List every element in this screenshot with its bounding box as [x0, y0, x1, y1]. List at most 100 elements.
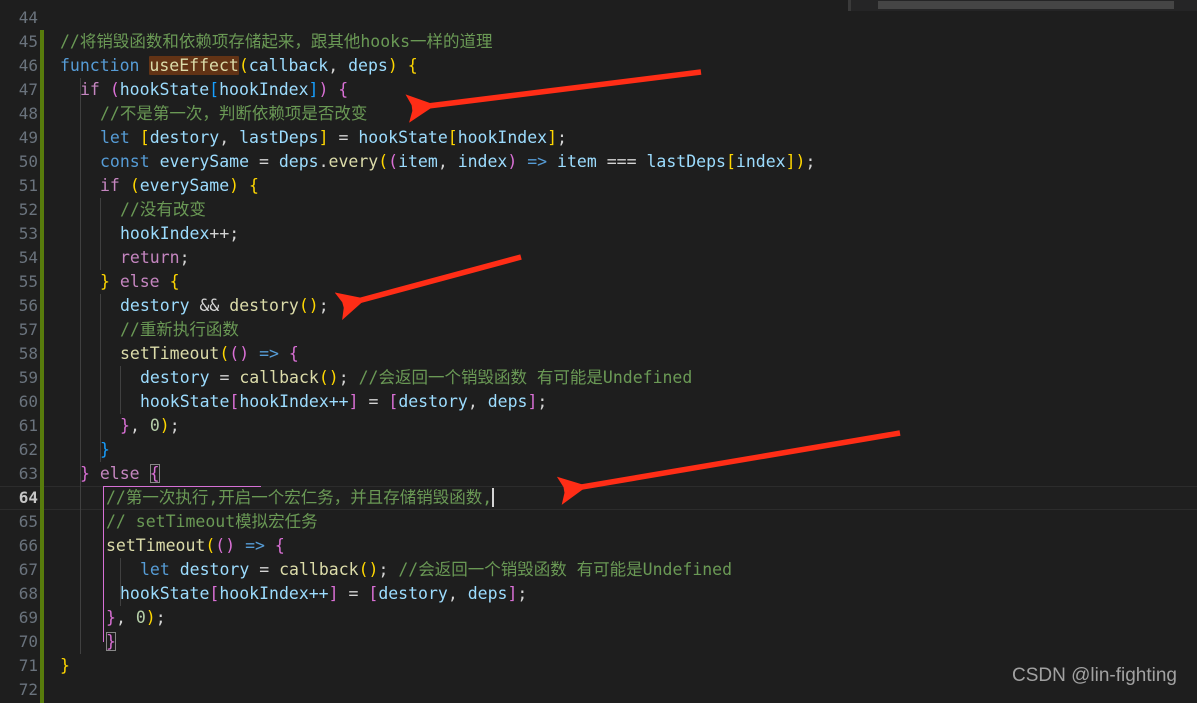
indent-guide — [80, 630, 81, 654]
line-48-content: //不是第一次，判断依赖项是否改变 — [100, 102, 367, 126]
bracket-close: ] — [507, 584, 518, 603]
line-number-56: 56 — [18, 296, 38, 315]
code-editor[interactable]: } 44 45 //将销毁函数和依赖项存储起来，跟其他hooks一样的道理 46… — [0, 0, 1197, 703]
var-deps: deps — [467, 584, 508, 603]
line-number-54: 54 — [18, 248, 38, 267]
indent-guide — [100, 342, 101, 366]
var-destory: destory — [179, 560, 250, 579]
indent-guide — [80, 102, 81, 126]
line-number-55: 55 — [18, 272, 38, 291]
code-line-58[interactable]: 58 setTimeout(() => { — [0, 342, 1197, 366]
code-line-69[interactable]: 69 }, 0); — [0, 606, 1197, 630]
brace-open: { — [274, 536, 285, 555]
var-destory: destory — [149, 128, 220, 147]
code-line-65[interactable]: 65 // setTimeout模拟宏任务 — [0, 510, 1197, 534]
var-hookstate: hookState — [140, 392, 230, 411]
line-number-65: 65 — [18, 512, 38, 531]
code-line-59[interactable]: 59 destory = callback(); //会返回一个销毁函数 有可能… — [0, 366, 1197, 390]
code-line-61[interactable]: 61 }, 0); — [0, 414, 1197, 438]
paren-pair: () — [358, 560, 379, 579]
gutter-modified-marker — [40, 534, 44, 558]
comment-rerun-function: //重新执行函数 — [120, 320, 239, 339]
bracket-close: ] — [308, 80, 319, 99]
gutter-modified-marker — [40, 630, 44, 654]
brace-open: { — [328, 80, 349, 99]
gutter-modified-marker — [40, 678, 44, 702]
brace-close: } — [60, 656, 70, 675]
code-line-44[interactable]: 44 — [0, 6, 1197, 30]
code-line-54[interactable]: 54 return; — [0, 246, 1197, 270]
code-line-64-active[interactable]: 64 //第一次执行,开启一个宏仁务，并且存储销毁函数, — [0, 486, 1197, 510]
code-line-66[interactable]: 66 setTimeout(() => { — [0, 534, 1197, 558]
comma: , — [129, 416, 150, 435]
indent-guide — [80, 150, 81, 174]
paren-close: ) — [145, 608, 156, 627]
keyword-function: function — [60, 56, 140, 75]
gutter-modified-marker — [40, 126, 44, 150]
comma: , — [115, 608, 136, 627]
bracket-close: ] — [785, 152, 796, 171]
code-line-48[interactable]: 48 //不是第一次，判断依赖项是否改变 — [0, 102, 1197, 126]
brace-close-matched: } — [106, 632, 116, 651]
code-line-45[interactable]: 45 //将销毁函数和依赖项存储起来，跟其他hooks一样的道理 — [0, 30, 1197, 54]
call-callback: callback — [279, 560, 359, 579]
paren-open: ( — [109, 80, 120, 99]
indent-guide — [80, 390, 81, 414]
number-zero: 0 — [149, 416, 160, 435]
code-line-47[interactable]: 47 if (hookState[hookIndex]) { — [0, 78, 1197, 102]
gutter-modified-marker — [40, 198, 44, 222]
call-settimeout: setTimeout — [106, 536, 206, 555]
call-destory: destory — [229, 296, 299, 315]
code-line-63[interactable]: 63 } else { — [0, 462, 1197, 486]
indent-guide — [80, 438, 81, 462]
code-line-67[interactable]: 67 let destory = callback(); //会返回一个销毁函数… — [0, 558, 1197, 582]
brace-open: { — [397, 56, 418, 75]
keyword-return: return — [120, 248, 180, 267]
semicolon: ; — [338, 368, 359, 387]
comment-not-first-time: //不是第一次，判断依赖项是否改变 — [100, 104, 368, 123]
var-hookindex-inc: hookIndex++ — [219, 584, 329, 603]
code-line-51[interactable]: 51 if (everySame) { — [0, 174, 1197, 198]
comment-returns-destroy-fn: //会返回一个销毁函数 有可能是Undefined — [398, 560, 733, 579]
csdn-watermark: CSDN @lin-fighting — [1011, 665, 1177, 686]
line-number-67: 67 — [18, 560, 38, 579]
keyword-else: else — [99, 464, 140, 483]
indent-guide — [100, 318, 101, 342]
code-line-56[interactable]: 56 destory && destory(); — [0, 294, 1197, 318]
code-line-60[interactable]: 60 hookState[hookIndex++] = [destory, de… — [0, 390, 1197, 414]
param-callback: callback — [248, 56, 329, 75]
code-line-52[interactable]: 52 //没有改变 — [0, 198, 1197, 222]
comment-no-change: //没有改变 — [120, 200, 206, 219]
brace-close: } — [106, 608, 116, 627]
indent-guide — [100, 390, 101, 414]
line-number-44: 44 — [18, 8, 38, 27]
code-line-55[interactable]: 55 } else { — [0, 270, 1197, 294]
param-deps: deps — [348, 56, 388, 75]
code-line-68[interactable]: 68 hookState[hookIndex++] = [destory, de… — [0, 582, 1197, 606]
paren-open: ( — [388, 152, 399, 171]
param-item: item — [398, 152, 438, 171]
gutter-modified-marker — [40, 318, 44, 342]
code-line-49[interactable]: 49 let [destory, lastDeps] = hookState[h… — [0, 126, 1197, 150]
var-hookindex: hookIndex — [120, 224, 210, 243]
code-line-57[interactable]: 57 //重新执行函数 — [0, 318, 1197, 342]
function-name-useeffect: useEffect — [149, 56, 239, 75]
paren-open: ( — [238, 56, 249, 75]
code-line-62[interactable]: 62 } — [0, 438, 1197, 462]
code-line-50[interactable]: 50 const everySame = deps.every((item, i… — [0, 150, 1197, 174]
line-52-content: //没有改变 — [120, 198, 206, 222]
assign: = — [249, 152, 279, 171]
code-line-70[interactable]: 70 } — [0, 630, 1197, 654]
assign: = — [328, 128, 359, 147]
line-number-53: 53 — [18, 224, 38, 243]
code-line-46[interactable]: 46 function useEffect(callback, deps) { — [0, 54, 1197, 78]
line-60-content: hookState[hookIndex++] = [destory, deps]… — [140, 390, 547, 414]
indent-guide — [100, 414, 101, 438]
indent-guide — [80, 534, 81, 558]
line-number-71: 71 — [18, 656, 38, 675]
line-number-69: 69 — [18, 608, 38, 627]
line-58-content: setTimeout(() => { — [120, 342, 299, 366]
bracket-pair-guide — [103, 630, 104, 642]
code-line-53[interactable]: 53 hookIndex++; — [0, 222, 1197, 246]
bracket-open: [ — [725, 152, 736, 171]
